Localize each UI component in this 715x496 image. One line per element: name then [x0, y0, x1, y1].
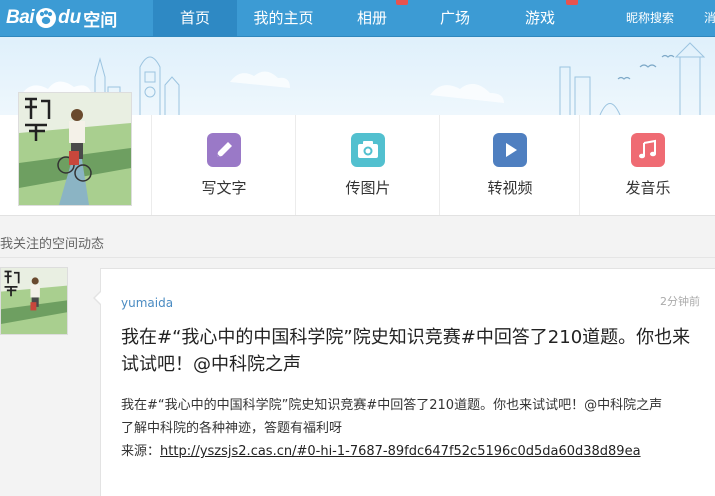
- nav-my-homepage[interactable]: 我的主页: [237, 0, 330, 36]
- message-link[interactable]: 消: [704, 0, 715, 36]
- source-link[interactable]: http://yszsjs2.cas.cn/#0-hi-1-7687-89fdc…: [160, 444, 641, 459]
- write-text-button[interactable]: 写文字: [151, 115, 296, 215]
- post-timestamp: 2分钟前: [660, 295, 700, 308]
- camera-icon: [351, 133, 385, 167]
- main-nav: 首页 我的主页 相册 广场 游戏: [153, 0, 584, 36]
- nav-games[interactable]: 游戏: [496, 0, 584, 36]
- paw-icon: [36, 8, 57, 28]
- nav-plaza[interactable]: 广场: [414, 0, 496, 36]
- share-music-button[interactable]: 发音乐: [579, 115, 715, 215]
- music-note-icon: [631, 133, 665, 167]
- logo-text-bai: Bai: [6, 7, 35, 28]
- logo-text-kongjian: 空间: [83, 10, 118, 31]
- share-music-label: 发音乐: [625, 179, 671, 197]
- nav-album[interactable]: 相册: [330, 0, 414, 36]
- upload-photo-button[interactable]: 传图片: [295, 115, 440, 215]
- nav-my-homepage-label: 我的主页: [253, 9, 314, 27]
- new-badge: [396, 0, 408, 5]
- nav-album-label: 相册: [356, 9, 387, 27]
- post-body-line: 我在#“我心中的中国科学院”院史知识竞赛#中回答了210道题。你也来试试吧！@中…: [121, 398, 663, 413]
- post-body-line: 了解中科院的各种神迹，答题有福利呀: [121, 421, 343, 436]
- nickname-search-link[interactable]: 昵称搜索: [626, 0, 674, 36]
- post-title[interactable]: 我在#“我心中的中国科学院”院史知识竞赛#中回答了210道题。你也来试试吧！@中…: [121, 324, 696, 378]
- post-source: 来源：http://yszsjs2.cas.cn/#0-hi-1-7687-89…: [121, 440, 706, 463]
- card-pointer-inner: [95, 291, 102, 305]
- share-video-label: 转视频: [487, 179, 533, 197]
- write-text-label: 写文字: [201, 179, 247, 197]
- baidu-kongjian-logo[interactable]: Bai du 空间: [6, 4, 117, 32]
- post-body: 我在#“我心中的中国科学院”院史知识竞赛#中回答了210道题。你也来试试吧！@中…: [121, 394, 706, 463]
- author-avatar[interactable]: [0, 267, 68, 335]
- profile-avatar[interactable]: [18, 92, 132, 206]
- share-video-button[interactable]: 转视频: [439, 115, 580, 215]
- source-label: 来源：: [121, 444, 161, 459]
- divider: [0, 257, 715, 258]
- author-avatar-illustration: [1, 268, 67, 334]
- pencil-icon: [207, 133, 241, 167]
- nav-home-label: 首页: [179, 9, 210, 27]
- nav-games-label: 游戏: [524, 9, 555, 27]
- logo-text-du: du: [58, 7, 82, 28]
- avatar-illustration: [19, 93, 131, 205]
- feed-section-title: 我关注的空间动态: [0, 237, 105, 252]
- new-badge: [566, 0, 578, 5]
- play-icon: [493, 133, 527, 167]
- feed-post-card: yumaida 2分钟前 我在#“我心中的中国科学院”院史知识竞赛#中回答了21…: [100, 268, 715, 496]
- upload-photo-label: 传图片: [345, 179, 391, 197]
- post-author-link[interactable]: yumaida: [121, 296, 173, 310]
- nav-plaza-label: 广场: [439, 9, 470, 27]
- nav-home[interactable]: 首页: [153, 0, 237, 36]
- top-bar: Bai du 空间 首页 我的主页 相册 广场 游戏 昵称搜索 消: [0, 0, 715, 37]
